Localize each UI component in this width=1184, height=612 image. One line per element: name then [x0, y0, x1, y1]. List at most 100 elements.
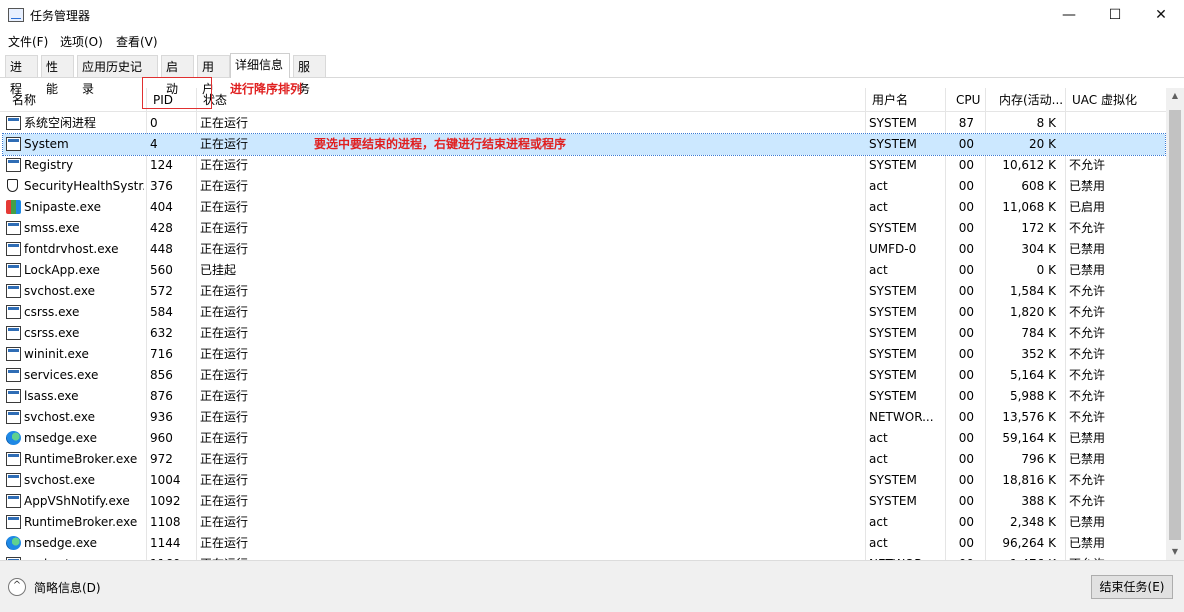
table-row[interactable]: fontdrvhost.exe 448 正在运行 UMFD-0 00 304 K 已禁用: [3, 239, 1165, 260]
process-memory: 388 K: [1021, 494, 1056, 508]
app-icon: [6, 116, 21, 130]
sort-annotation: 进行降序排列: [230, 82, 303, 96]
scroll-down-icon[interactable]: ▼: [1166, 544, 1184, 560]
fewer-details-link[interactable]: 简略信息(D): [34, 579, 101, 596]
process-uac: [1069, 134, 1149, 155]
process-memory: 8 K: [1036, 116, 1056, 130]
process-pid: 1144: [150, 536, 181, 550]
process-name: services.exe: [24, 368, 99, 382]
footer: ^ 简略信息(D) 结束任务(E): [0, 560, 1184, 612]
tab-app-history[interactable]: 应用历史记录: [77, 55, 158, 96]
process-name: csrss.exe: [24, 326, 80, 340]
process-memory: 11,068 K: [1002, 200, 1056, 214]
table-row[interactable]: 系统空闲进程 0 正在运行 SYSTEM 87 8 K: [3, 113, 1165, 134]
process-name: AppVShNotify.exe: [24, 494, 130, 508]
vertical-scrollbar[interactable]: ▲ ▼: [1166, 88, 1184, 560]
table-row[interactable]: RuntimeBroker.exe 972 正在运行 act 00 796 K 已禁用: [3, 449, 1165, 470]
process-memory: 59,164 K: [1002, 431, 1056, 445]
process-cpu: 00: [958, 284, 974, 298]
process-user: act: [869, 200, 888, 214]
column-name[interactable]: 名称: [12, 88, 36, 112]
column-user[interactable]: 用户名: [872, 88, 908, 112]
process-name: RuntimeBroker.exe: [24, 515, 138, 529]
scroll-up-icon[interactable]: ▲: [1166, 88, 1184, 104]
table-row[interactable]: svchost.exe 572 正在运行 SYSTEM 00 1,584 K 不允许: [3, 281, 1165, 302]
maximize-button[interactable]: ☐: [1092, 0, 1138, 30]
process-name: System: [24, 137, 69, 151]
table-row[interactable]: smss.exe 428 正在运行 SYSTEM 00 172 K 不允许: [3, 218, 1165, 239]
process-status: 已挂起: [200, 263, 237, 277]
process-status: 正在运行: [200, 158, 249, 172]
process-cpu: 00: [958, 431, 974, 445]
process-user: act: [869, 179, 888, 193]
process-memory: 18,816 K: [1002, 473, 1056, 487]
minimize-button[interactable]: —: [1046, 0, 1092, 30]
table-row[interactable]: RuntimeBroker.exe 1108 正在运行 act 00 2,348 K 已禁用: [3, 512, 1165, 533]
process-uac: 不允许: [1069, 473, 1106, 487]
table-row[interactable]: lsass.exe 876 正在运行 SYSTEM 00 5,988 K 不允许: [3, 386, 1165, 407]
process-memory: 172 K: [1021, 221, 1056, 235]
process-pid: 4: [150, 137, 158, 151]
table-row[interactable]: services.exe 856 正在运行 SYSTEM 00 5,164 K 不允许: [3, 365, 1165, 386]
table-row[interactable]: SecurityHealthSystr... 376 正在运行 act 00 608 K 已…: [3, 176, 1165, 197]
process-memory: 20 K: [1029, 137, 1056, 151]
app-icon: [6, 368, 21, 382]
table-row[interactable]: Snipaste.exe 404 正在运行 act 00 11,068 K 已启用: [3, 197, 1165, 218]
scroll-thumb[interactable]: [1169, 110, 1181, 540]
tab-processes[interactable]: 进程: [5, 55, 38, 96]
table-row[interactable]: AppVShNotify.exe 1092 正在运行 SYSTEM 00 388 K 不允许: [3, 491, 1165, 512]
menu-view[interactable]: 查看(V): [116, 33, 158, 50]
process-cpu: 87: [958, 116, 974, 130]
process-pid: 376: [150, 179, 173, 193]
menu-file[interactable]: 文件(F): [8, 33, 48, 50]
process-status: 正在运行: [200, 326, 249, 340]
table-row[interactable]: System 4 正在运行 SYSTEM 00 20 K: [2, 133, 1166, 156]
table-row[interactable]: csrss.exe 584 正在运行 SYSTEM 00 1,820 K 不允许: [3, 302, 1165, 323]
table-row[interactable]: csrss.exe 632 正在运行 SYSTEM 00 784 K 不允许: [3, 323, 1165, 344]
tab-bar: 进程 性能 应用历史记录 启动 用户 详细信息 服务: [0, 52, 1184, 96]
tab-performance[interactable]: 性能: [41, 55, 74, 96]
process-name: msedge.exe: [24, 536, 98, 550]
process-uac: 已启用: [1069, 200, 1106, 214]
process-user: SYSTEM: [869, 473, 917, 487]
process-memory: 1,820 K: [1009, 305, 1056, 319]
process-status: 正在运行: [200, 284, 249, 298]
shield-icon: [6, 179, 21, 193]
process-uac: 不允许: [1069, 284, 1106, 298]
process-name: smss.exe: [24, 221, 80, 235]
process-pid: 716: [150, 347, 173, 361]
table-row[interactable]: msedge.exe 960 正在运行 act 00 59,164 K 已禁用: [3, 428, 1165, 449]
process-cpu: 00: [958, 536, 974, 550]
tab-users[interactable]: 用户: [197, 55, 230, 96]
end-task-button[interactable]: 结束任务(E): [1091, 575, 1173, 599]
process-user: SYSTEM: [869, 284, 917, 298]
table-row[interactable]: LockApp.exe 560 已挂起 act 00 0 K 已禁用: [3, 260, 1165, 281]
app-icon: [6, 263, 21, 277]
tab-startup[interactable]: 启动: [161, 55, 194, 96]
collapse-icon[interactable]: ^: [8, 578, 26, 596]
edge-icon: [6, 536, 21, 550]
app-icon: [6, 305, 21, 319]
tab-details[interactable]: 详细信息: [230, 53, 290, 78]
app-icon: [6, 137, 21, 151]
table-row[interactable]: svchost.exe 1004 正在运行 SYSTEM 00 18,816 K 不允许: [3, 470, 1165, 491]
process-pid: 584: [150, 305, 173, 319]
column-uac[interactable]: UAC 虚拟化: [1072, 88, 1137, 112]
column-memory[interactable]: 内存(活动...: [999, 88, 1063, 112]
process-user: SYSTEM: [869, 221, 917, 235]
table-row[interactable]: msedge.exe 1144 正在运行 act 00 96,264 K 已禁用: [3, 533, 1165, 554]
process-cpu: 00: [958, 305, 974, 319]
table-row[interactable]: wininit.exe 716 正在运行 SYSTEM 00 352 K 不允许: [3, 344, 1165, 365]
process-user: SYSTEM: [869, 305, 917, 319]
process-memory: 13,576 K: [1002, 410, 1056, 424]
process-name: SecurityHealthSystr...: [24, 179, 144, 193]
table-row[interactable]: svchost.exe 936 正在运行 NETWOR... 00 13,576 K 不允许: [3, 407, 1165, 428]
process-name: svchost.exe: [24, 284, 95, 298]
process-user: SYSTEM: [869, 368, 917, 382]
close-button[interactable]: ✕: [1138, 0, 1184, 30]
tab-services[interactable]: 服务: [293, 55, 326, 96]
table-row[interactable]: Registry 124 正在运行 SYSTEM 00 10,612 K 不允许: [3, 155, 1165, 176]
menu-options[interactable]: 选项(O): [60, 33, 103, 50]
column-cpu[interactable]: CPU: [956, 88, 980, 112]
process-cpu: 00: [958, 347, 974, 361]
